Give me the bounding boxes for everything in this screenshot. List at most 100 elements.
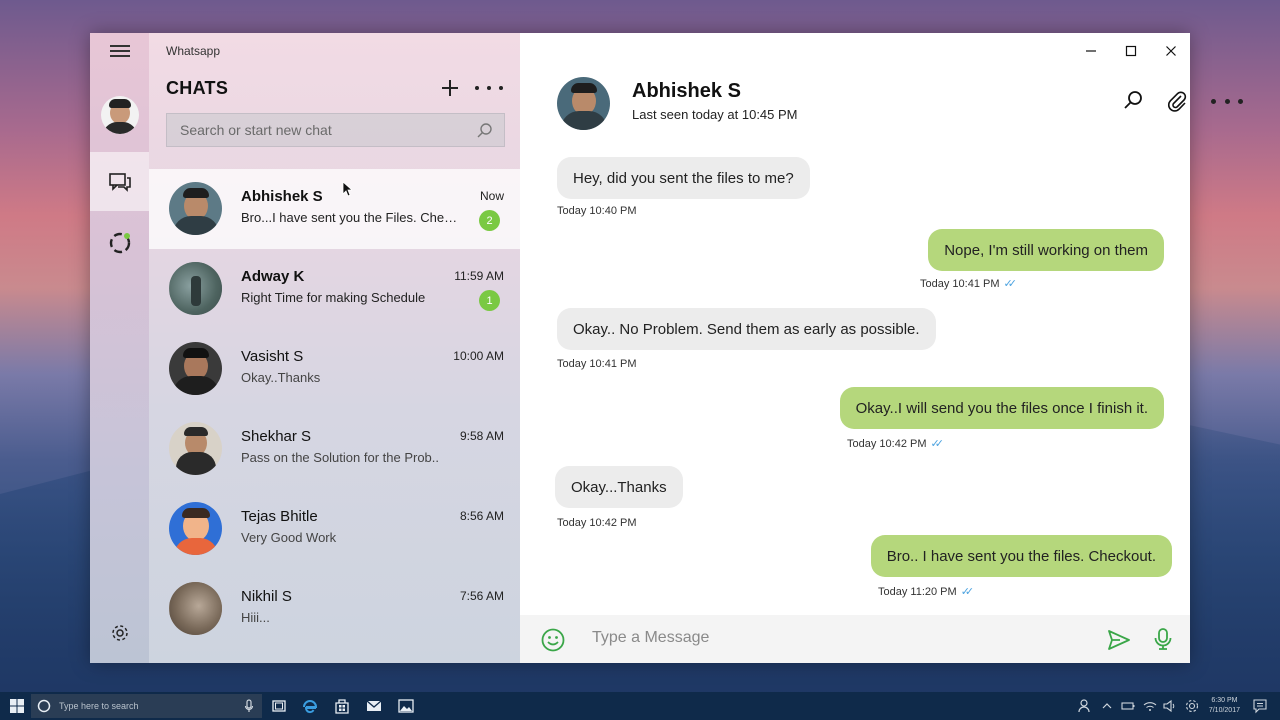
chat-list-item[interactable]: Adway K Right Time for making Schedule 1…	[149, 249, 520, 329]
microphone-icon[interactable]	[1150, 626, 1176, 652]
chat-list-item[interactable]: Nikhil S Hiii... 7:56 AM	[149, 569, 520, 649]
message-time: Today 10:40 PM	[557, 205, 637, 217]
chat-name: Shekhar S	[241, 428, 312, 445]
message-time: Today 10:42 PM ✓✓	[847, 437, 944, 451]
nav-rail	[90, 33, 149, 663]
unread-badge: 1	[479, 290, 500, 311]
search-box	[166, 113, 505, 147]
hamburger-menu-icon[interactable]	[90, 39, 149, 63]
outgoing-message: Okay..I will send you the files once I f…	[839, 387, 1164, 429]
taskbar-search-box[interactable]: Type here to search	[31, 694, 262, 718]
taskbar-clock[interactable]: 6:30 PM 7/10/2017	[1209, 696, 1240, 716]
chat-time: 9:58 AM	[459, 429, 504, 443]
store-icon[interactable]	[333, 697, 351, 715]
action-center-icon[interactable]	[1252, 697, 1268, 715]
settings-gear-icon[interactable]	[1184, 697, 1200, 715]
clock-time: 6:30 PM	[1211, 697, 1238, 704]
chats-heading: CHATS	[166, 78, 229, 98]
close-icon	[1166, 46, 1176, 56]
compose-bar	[520, 615, 1190, 663]
chat-time: 8:56 AM	[459, 509, 504, 523]
chat-preview: Hiii...	[241, 610, 270, 625]
outgoing-message: Bro.. I have sent you the files. Checkou…	[870, 535, 1172, 577]
maximize-button[interactable]	[1113, 42, 1149, 60]
read-ticks-icon: ✓✓	[960, 586, 975, 598]
outgoing-message: Nope, I'm still working on them	[928, 229, 1164, 271]
contact-avatar[interactable]	[557, 77, 610, 130]
windows-taskbar: Type here to search 6:30 PM 7/10/2017	[0, 692, 1280, 720]
mail-icon[interactable]	[365, 697, 383, 715]
avatar	[169, 422, 222, 475]
chat-preview: Pass on the Solution for the Prob..	[241, 450, 440, 465]
volume-icon[interactable]	[1162, 697, 1178, 715]
avatar	[169, 582, 222, 635]
chat-name: Adway K	[241, 268, 305, 285]
message-time-text: Today 10:42 PM	[557, 517, 637, 529]
new-chat-plus-icon[interactable]	[439, 77, 461, 99]
chat-list-item[interactable]: Tejas Bhitle Very Good Work 8:56 AM	[149, 489, 520, 569]
chat-bubbles-icon	[108, 172, 131, 192]
chat-preview: Right Time for making Schedule	[241, 290, 426, 305]
app-title: Whatsapp	[166, 44, 221, 58]
chat-list-item[interactable]: Shekhar S Pass on the Solution for the P…	[149, 409, 520, 489]
status-nav-icon[interactable]	[90, 223, 149, 263]
avatar	[169, 182, 222, 235]
wifi-icon[interactable]	[1142, 697, 1158, 715]
clock-date: 7/10/2017	[1208, 707, 1240, 714]
message-time: Today 11:20 PM ✓✓	[878, 585, 975, 599]
contact-name: Abhishek S	[632, 80, 741, 102]
message-time: Today 10:42 PM	[557, 517, 637, 529]
maximize-icon	[1125, 45, 1137, 57]
emoji-smiley-icon[interactable]	[540, 627, 566, 653]
send-icon[interactable]	[1106, 627, 1132, 653]
more-options-icon[interactable]	[475, 77, 503, 99]
last-seen: Last seen today at 10:45 PM	[632, 107, 798, 122]
chats-nav-icon[interactable]	[90, 152, 149, 211]
avatar	[169, 342, 222, 395]
windows-start-icon[interactable]	[8, 697, 26, 715]
message-time-text: Today 11:20 PM	[878, 585, 957, 598]
chevron-up-icon[interactable]	[1100, 697, 1114, 715]
message-input[interactable]	[592, 629, 1072, 647]
incoming-message: Okay...Thanks	[555, 466, 683, 508]
task-view-icon[interactable]	[270, 697, 288, 715]
settings-gear-icon[interactable]	[90, 618, 149, 648]
more-options-icon[interactable]	[1211, 89, 1243, 113]
avatar	[169, 502, 222, 555]
edge-browser-icon[interactable]	[301, 697, 319, 715]
minimize-button[interactable]	[1073, 42, 1109, 60]
profile-avatar[interactable]	[90, 95, 149, 135]
photos-icon[interactable]	[397, 697, 415, 715]
chat-name: Vasisht S	[241, 348, 304, 365]
chat-list-item[interactable]: Abhishek S Bro...I have sent you the Fil…	[149, 169, 520, 249]
read-ticks-icon: ✓✓	[1003, 278, 1018, 290]
status-ring-icon	[109, 232, 130, 254]
message-time: Today 10:41 PM ✓✓	[920, 277, 1018, 291]
incoming-message: Okay.. No Problem. Send them as early as…	[557, 308, 936, 350]
message-time-text: Today 10:41 PM	[920, 277, 1000, 290]
search-input[interactable]	[180, 122, 470, 138]
chat-list: Abhishek S Bro...I have sent you the Fil…	[149, 169, 520, 649]
chat-preview: Very Good Work	[241, 530, 337, 545]
mouse-cursor-icon	[342, 181, 352, 197]
chat-preview: Okay..Thanks	[241, 370, 321, 385]
microphone-icon[interactable]	[244, 699, 254, 713]
taskbar-search-placeholder: Type here to search	[59, 701, 139, 711]
chat-list-item[interactable]: Vasisht S Okay..Thanks 10:00 AM	[149, 329, 520, 409]
attachment-paperclip-icon[interactable]	[1165, 89, 1189, 113]
search-icon[interactable]	[1121, 89, 1145, 113]
message-time: Today 10:41 PM	[557, 358, 637, 370]
incoming-message: Hey, did you sent the files to me?	[557, 157, 810, 199]
message-time-text: Today 10:42 PM	[847, 437, 927, 450]
chat-time: Now	[479, 189, 504, 203]
chat-name: Abhishek S	[241, 188, 323, 205]
close-button[interactable]	[1153, 42, 1189, 60]
chat-time: 7:56 AM	[459, 589, 504, 603]
people-icon[interactable]	[1078, 697, 1092, 715]
battery-icon[interactable]	[1120, 697, 1136, 715]
chat-name: Nikhil S	[241, 588, 292, 605]
chat-time: 10:00 AM	[453, 349, 504, 363]
search-icon[interactable]	[476, 122, 494, 140]
whatsapp-window: Whatsapp CHATS Abhishek S Bro...I have s…	[90, 33, 1243, 663]
chat-time: 11:59 AM	[454, 269, 504, 283]
